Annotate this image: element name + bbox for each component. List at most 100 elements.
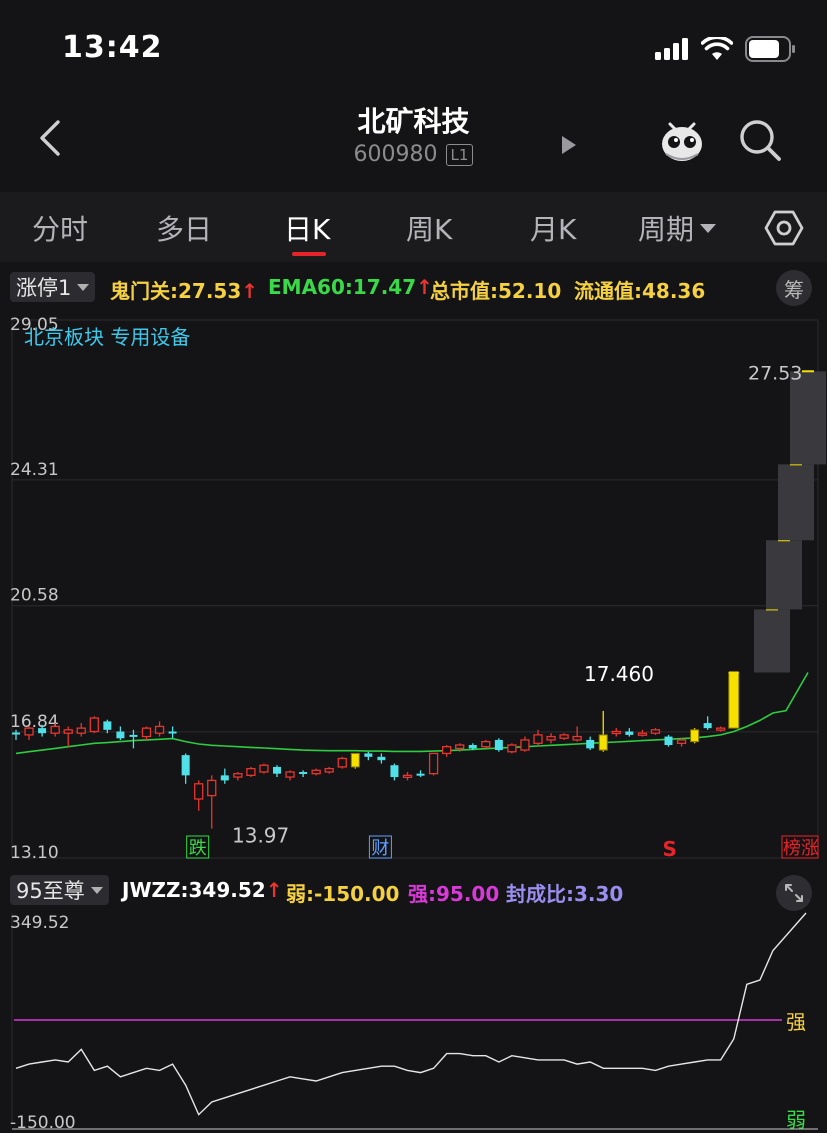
candle-body — [650, 729, 661, 734]
candle-body — [220, 775, 229, 781]
candle-body — [89, 717, 99, 733]
candle-body — [207, 779, 217, 797]
candle-body — [38, 728, 47, 734]
candle-body — [50, 725, 60, 734]
candle-body — [76, 727, 86, 734]
settings-hexagon-icon[interactable] — [764, 208, 804, 248]
float-market-cap: 流通值:48.36 — [574, 279, 706, 303]
status-icons — [655, 36, 797, 62]
status-bar: 13:42 — [0, 0, 827, 90]
candle-body — [377, 756, 386, 761]
weak-level-value: 弱:-150.00 — [286, 882, 400, 906]
candle-body — [24, 727, 34, 736]
y-tick-label: 13.10 — [10, 843, 59, 863]
tab-intraday[interactable]: 分时 — [32, 208, 88, 248]
expand-icon — [785, 884, 803, 902]
candle-body — [103, 721, 112, 730]
candle-body — [246, 767, 256, 777]
candle-body — [285, 771, 295, 778]
ema60-value: EMA60:17.47↑ — [268, 275, 433, 299]
candle-body — [233, 773, 243, 778]
sub-y-tick-label: -150.00 — [10, 1113, 76, 1133]
battery-icon — [745, 36, 795, 62]
sub-indicator-bar: 95至尊 JWZZ:349.52↑ 弱:-150.00 强:95.00 封成比:… — [0, 873, 827, 911]
mascot-eyes-icon[interactable] — [660, 116, 704, 162]
candle-body — [766, 540, 802, 610]
period-tabs: 分时 多日 日K 周K 月K 周期 — [0, 192, 827, 262]
weak-right-label: 弱 — [786, 1108, 806, 1132]
candle-body — [778, 464, 814, 541]
marker-label: 跌 — [189, 838, 207, 859]
marker-label: 榜涨 — [783, 838, 819, 859]
candle-body — [533, 734, 543, 744]
candle-body — [481, 740, 491, 748]
candle-body — [716, 727, 726, 731]
total-market-cap: 总市值:52.10 — [430, 279, 562, 303]
candle-body — [129, 734, 138, 737]
candle-body — [455, 744, 465, 750]
candle-body — [416, 773, 425, 776]
candle-body — [625, 731, 634, 735]
y-tick-label: 24.31 — [10, 460, 59, 480]
candle-body — [428, 752, 439, 775]
caret-down-icon — [90, 886, 103, 894]
tab-daily-k[interactable]: 日K — [284, 208, 330, 248]
candle-body — [790, 371, 826, 465]
wifi-icon — [701, 37, 733, 60]
stock-code: 600980 — [353, 142, 438, 167]
sub-indicator-selector[interactable]: 95至尊 — [10, 875, 109, 905]
status-time: 13:42 — [62, 30, 163, 65]
candle-body — [154, 725, 165, 734]
candle-body — [703, 723, 712, 729]
tab-multi-day[interactable]: 多日 — [156, 208, 212, 248]
candle-body — [637, 732, 648, 736]
sub-y-tick-label: 349.52 — [10, 913, 69, 933]
candle-body — [754, 609, 790, 673]
candle-body — [611, 730, 621, 735]
candle-body — [598, 734, 608, 751]
strong-level-value: 强:95.00 — [408, 882, 500, 906]
tab-monthly-k[interactable]: 月K — [530, 208, 576, 248]
candle-body — [311, 769, 321, 775]
tab-weekly-k[interactable]: 周K — [406, 208, 452, 248]
candlestick-chart: 29.0524.3120.5816.8413.10 北京板块 专用设备27.53… — [10, 315, 826, 863]
tab-period-dropdown[interactable]: 周期 — [638, 208, 717, 248]
search-icon[interactable] — [738, 118, 782, 162]
candle-body — [520, 739, 530, 751]
marker-label: 财 — [371, 838, 389, 859]
candle-body — [324, 767, 334, 773]
expand-button[interactable] — [776, 875, 812, 911]
main-indicator-bar: 涨停1 鬼门关:27.53↑ EMA60:17.47↑ 总市值:52.10 流通… — [0, 270, 827, 306]
ghost-gate-value: 鬼门关:27.53↑ — [110, 279, 259, 303]
level-badge: L1 — [445, 143, 474, 166]
stock-name: 北矿科技 — [357, 105, 470, 138]
ema60-line — [15, 672, 809, 755]
active-tab-indicator — [292, 252, 326, 256]
main-indicator-selector[interactable]: 涨停1 — [10, 272, 96, 302]
candle-body — [441, 746, 452, 755]
candle-body — [350, 752, 360, 768]
next-stock-icon[interactable] — [560, 134, 578, 156]
caret-down-icon — [77, 283, 90, 291]
back-chevron-icon[interactable] — [34, 118, 68, 158]
candle-body — [364, 753, 373, 757]
candle-body — [12, 732, 20, 735]
candle-body — [337, 757, 347, 768]
high-price-label: 27.53 — [748, 362, 802, 384]
candle-body — [116, 731, 125, 739]
candle-body — [546, 735, 556, 741]
chart-frame — [11, 319, 819, 859]
candle-body — [299, 771, 308, 774]
candle-body — [141, 727, 152, 738]
low-price-label: 13.97 — [232, 824, 289, 848]
jwzz-value: JWZZ:349.52↑ — [122, 878, 283, 902]
candle-body — [572, 735, 582, 741]
jwzz-line — [15, 912, 807, 1116]
candle-body — [507, 744, 517, 753]
seal-ratio-value: 封成比:3.30 — [506, 882, 624, 906]
jwzz-indicator-chart: 349.52 -150.00 强弱 — [10, 912, 818, 1133]
chip-distribution-button[interactable]: 筹 — [776, 270, 812, 306]
nav-header: 北矿科技 600980 L1 — [0, 90, 827, 186]
candle-body — [273, 766, 281, 774]
candle-body — [664, 736, 673, 746]
